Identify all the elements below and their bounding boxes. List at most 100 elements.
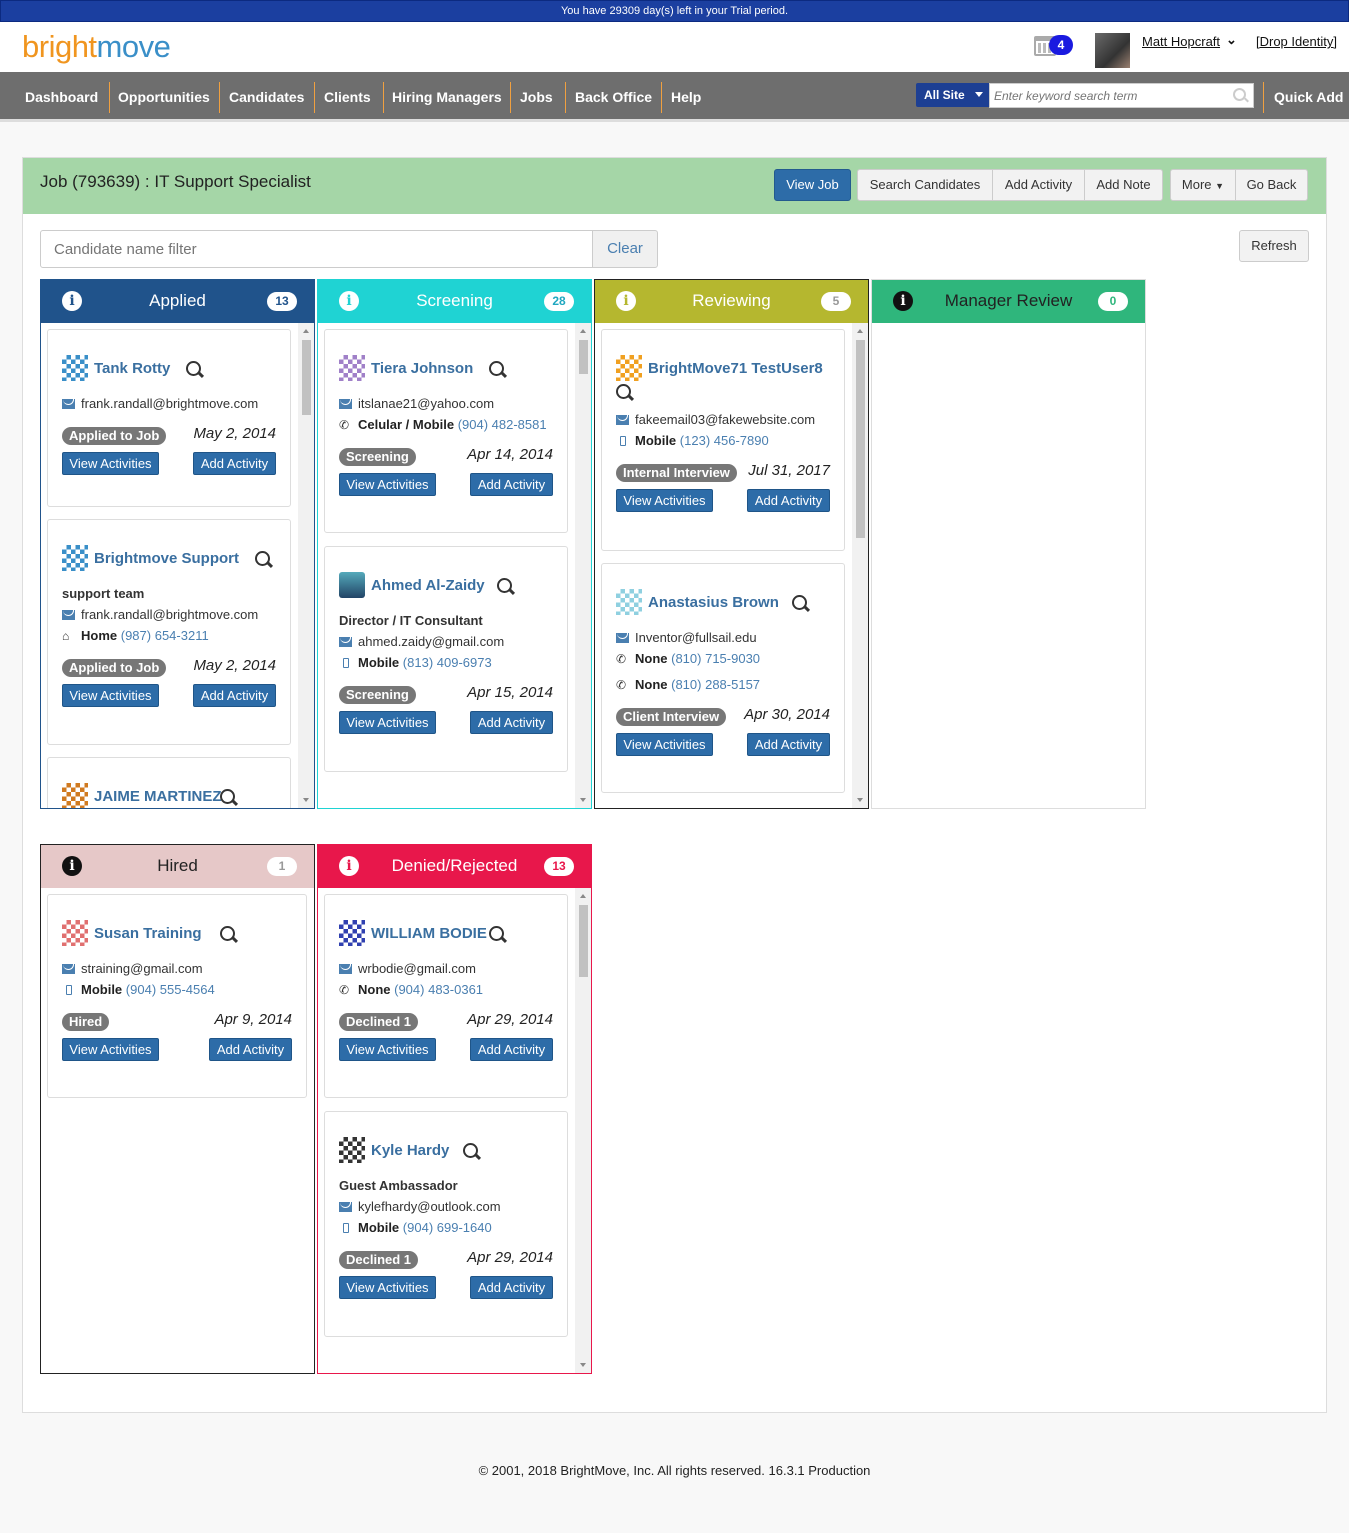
candidate-name-link[interactable]: WILLIAM BODIE [371, 925, 487, 942]
email[interactable]: frank.randall@brightmove.com [81, 607, 258, 622]
search-icon[interactable] [791, 595, 810, 613]
logo[interactable]: brightmove [22, 30, 171, 64]
view-activities-button[interactable]: View Activities [339, 473, 436, 496]
candidate-name-link[interactable]: Tiera Johnson [371, 360, 473, 377]
phone-number[interactable]: (904) 482-8581 [458, 417, 547, 432]
phone-number[interactable]: (904) 555-4564 [126, 982, 215, 997]
email[interactable]: wrbodie@gmail.com [358, 961, 476, 976]
phone-type: None [635, 651, 668, 666]
phone-line: Mobile (123) 456-7890 [616, 433, 769, 448]
candidate-name-link[interactable]: BrightMove71 TestUser8 [648, 360, 823, 377]
search-icon[interactable] [186, 361, 204, 379]
clear-button[interactable]: Clear [592, 230, 658, 268]
search-icon[interactable] [220, 789, 238, 807]
phone-type: None [358, 982, 391, 997]
email[interactable]: Inventor@fullsail.edu [635, 630, 757, 645]
candidate-card: Ahmed Al-Zaidy Director / IT Consultant ah… [324, 546, 568, 772]
nav-hiring-managers[interactable]: Hiring Managers [392, 72, 502, 119]
view-job-button[interactable]: View Job [774, 169, 851, 201]
search-icon[interactable] [488, 361, 507, 379]
candidate-avatar [616, 355, 642, 381]
candidate-name-link[interactable]: Kyle Hardy [371, 1142, 449, 1159]
search-icon[interactable] [497, 578, 515, 596]
search-icon[interactable] [463, 1143, 481, 1161]
more-dropdown[interactable]: More ▼ [1170, 169, 1236, 201]
view-activities-button[interactable]: View Activities [616, 733, 713, 756]
candidate-filter-input[interactable] [40, 230, 593, 268]
phone-number[interactable]: (123) 456-7890 [680, 433, 769, 448]
column-body: Susan Training straining@gmail.com Mobile … [41, 888, 314, 1373]
add-activity-button[interactable]: Add Activity [992, 169, 1085, 201]
drop-identity-link[interactable]: [Drop Identity] [1256, 34, 1337, 49]
candidate-name-link[interactable]: JAIME MARTINEZ [94, 788, 222, 805]
refresh-button[interactable]: Refresh [1239, 230, 1309, 262]
status-date: May 2, 2014 [193, 425, 276, 442]
search-scope-select[interactable]: All Site [916, 83, 989, 107]
search-candidates-button[interactable]: Search Candidates [857, 169, 993, 201]
candidate-avatar [62, 783, 88, 808]
status-date: Apr 29, 2014 [467, 1011, 553, 1028]
envelope-icon [339, 1202, 352, 1212]
candidate-name-link[interactable]: Anastasius Brown [648, 594, 779, 611]
user-menu[interactable]: Matt Hopcraft [1142, 34, 1220, 49]
candidate-name-link[interactable]: Tank Rotty [94, 360, 170, 377]
candidate-name-link[interactable]: Ahmed Al-Zaidy [371, 577, 485, 594]
add-activity-button[interactable]: Add Activity [209, 1038, 292, 1061]
view-activities-button[interactable]: View Activities [339, 1038, 436, 1061]
nav-dashboard[interactable]: Dashboard [25, 72, 98, 119]
phone-number[interactable]: (904) 483-0361 [394, 982, 483, 997]
candidate-avatar [62, 545, 88, 571]
quick-add-button[interactable]: Quick Add [1274, 72, 1344, 122]
view-activities-button[interactable]: View Activities [62, 684, 159, 707]
add-activity-button[interactable]: Add Activity [470, 1276, 553, 1299]
search-input[interactable] [989, 83, 1254, 108]
notification-badge[interactable]: 4 [1049, 35, 1073, 55]
add-activity-button[interactable]: Add Activity [747, 489, 830, 512]
view-activities-button[interactable]: View Activities [62, 1038, 159, 1061]
add-note-button[interactable]: Add Note [1084, 169, 1163, 201]
phone-number[interactable]: (987) 654-3211 [121, 628, 209, 643]
email[interactable]: fakeemail03@fakewebsite.com [635, 412, 815, 427]
candidate-name-link[interactable]: Susan Training [94, 925, 202, 942]
view-activities-button[interactable]: View Activities [339, 711, 436, 734]
add-activity-button[interactable]: Add Activity [193, 684, 276, 707]
column-denied-rejected: i Denied/Rejected 13 WILLIAM BODIE wrbodie@g… [317, 844, 592, 1374]
search-icon[interactable] [220, 926, 238, 944]
nav-clients[interactable]: Clients [324, 72, 371, 119]
phone-number[interactable]: (813) 409-6973 [403, 655, 492, 670]
nav-back-office[interactable]: Back Office [575, 72, 652, 119]
add-activity-button[interactable]: Add Activity [470, 473, 553, 496]
nav-jobs[interactable]: Jobs [520, 72, 553, 119]
nav-candidates[interactable]: Candidates [229, 72, 304, 119]
add-activity-button[interactable]: Add Activity [747, 733, 830, 756]
add-activity-button[interactable]: Add Activity [470, 1038, 553, 1061]
status-badge: Declined 1 [339, 1013, 419, 1031]
email[interactable]: ahmed.zaidy@gmail.com [358, 634, 504, 649]
email[interactable]: itslanae21@yahoo.com [358, 396, 494, 411]
search-icon[interactable] [254, 551, 273, 569]
phone-number[interactable]: (904) 699-1640 [403, 1220, 492, 1235]
phone-number[interactable]: (810) 715-9030 [671, 651, 760, 666]
nav-help[interactable]: Help [671, 72, 701, 119]
view-activities-button[interactable]: View Activities [616, 489, 713, 512]
email[interactable]: frank.randall@brightmove.com [81, 396, 258, 411]
candidate-name-link[interactable]: Brightmove Support [94, 550, 239, 567]
phone-icon: ✆ [339, 418, 350, 432]
chevron-down-icon[interactable]: ⌄ [1226, 32, 1237, 48]
phone-number[interactable]: (810) 288-5157 [671, 677, 760, 692]
view-activities-button[interactable]: View Activities [339, 1276, 436, 1299]
add-activity-button[interactable]: Add Activity [470, 711, 553, 734]
search-icon[interactable] [488, 926, 507, 944]
add-activity-button[interactable]: Add Activity [193, 452, 276, 475]
email-line: itslanae21@yahoo.com [339, 396, 494, 411]
column-header: i Hired 1 [41, 845, 314, 888]
candidate-card: BrightMove71 TestUser8 fakeemail03@fakewe… [601, 329, 845, 551]
email[interactable]: kylefhardy@outlook.com [358, 1199, 501, 1214]
search-icon[interactable] [616, 384, 634, 402]
home-icon: ⌂ [62, 629, 70, 643]
search-icon[interactable] [1233, 88, 1246, 101]
nav-opportunities[interactable]: Opportunities [118, 72, 210, 119]
email[interactable]: straining@gmail.com [81, 961, 203, 976]
go-back-button[interactable]: Go Back [1235, 169, 1308, 201]
view-activities-button[interactable]: View Activities [62, 452, 159, 475]
